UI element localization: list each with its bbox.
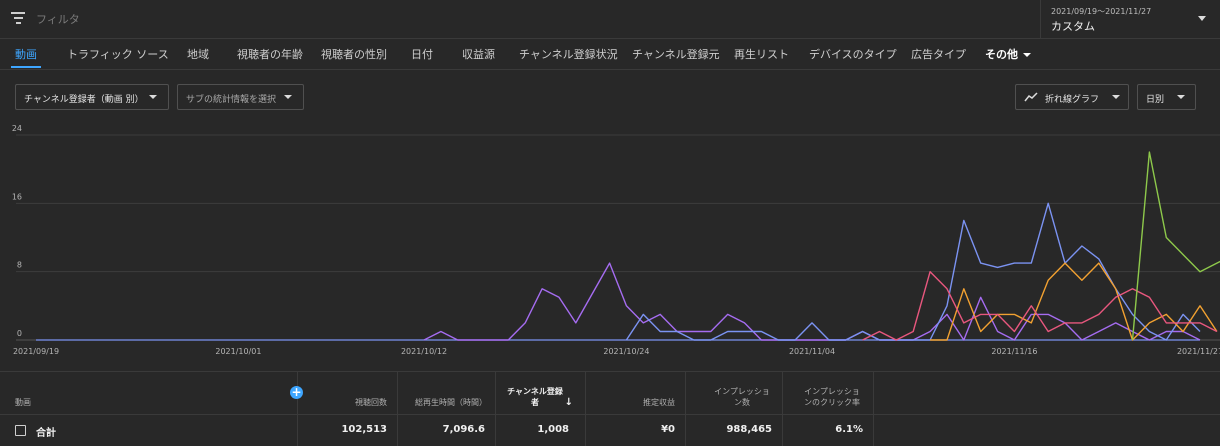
granularity-dropdown[interactable]: 日別 — [1137, 84, 1196, 110]
total-views: 102,513 — [298, 415, 398, 446]
tab-subscription-status[interactable]: チャンネル登録状況 — [519, 46, 618, 62]
x-tick-label: 2021/09/19 — [13, 347, 59, 356]
y-tick-label: 24 — [12, 124, 22, 133]
video-stats-table: 動画 + 視聴回数 総再生時間（時間） チャンネル登録者 ↓ 推定収益 インプレ… — [0, 371, 1220, 445]
total-revenue: ¥0 — [586, 415, 686, 446]
tab-playlist[interactable]: 再生リスト — [734, 46, 789, 62]
total-revenue-value: ¥0 — [661, 424, 675, 435]
column-header-revenue[interactable]: 推定収益 — [586, 372, 686, 414]
date-range-selector[interactable]: 2021/09/19～2021/11/27 カスタム — [1040, 0, 1220, 38]
total-watch-time: 7,096.6 — [398, 415, 496, 446]
x-tick-label: 2021/10/12 — [401, 347, 447, 356]
total-subscribers: 1,008 — [496, 415, 586, 446]
column-header-watch-time-label: 総再生時間（時間） — [415, 397, 485, 408]
total-checkbox[interactable] — [15, 425, 26, 436]
tab-viewer-gender[interactable]: 視聴者の性別 — [321, 46, 387, 62]
subscribers-line-chart: 0 8 16 24 2021/09/19 2021/10/01 2021/10/12 2021… — [0, 120, 1220, 365]
tab-video[interactable]: 動画 — [15, 46, 37, 62]
x-tick-label: 2021/11/04 — [789, 347, 835, 356]
column-header-video-label: 動画 — [15, 397, 31, 408]
y-tick-label: 8 — [17, 261, 22, 270]
active-tab-indicator — [11, 66, 41, 68]
tab-revenue-source[interactable]: 収益源 — [462, 46, 495, 62]
column-header-ctr-label: インプレッションのクリック率 — [801, 386, 863, 408]
filter-input[interactable]: フィルタ — [36, 11, 80, 27]
tab-subscription-source[interactable]: チャンネル登録元 — [632, 46, 720, 62]
total-ctr: 6.1% — [783, 415, 874, 446]
secondary-metric-dropdown[interactable]: サブの統計情報を選択 — [177, 84, 304, 110]
line-chart-icon — [1024, 92, 1038, 102]
column-header-impressions-label: インプレッション数 — [712, 386, 772, 408]
column-header-subscribers[interactable]: チャンネル登録者 ↓ — [496, 372, 586, 414]
column-header-ctr[interactable]: インプレッションのクリック率 — [783, 372, 874, 414]
date-range-label: カスタム — [1051, 18, 1095, 34]
tab-viewer-age[interactable]: 視聴者の年齢 — [237, 46, 303, 62]
date-range-text: 2021/09/19～2021/11/27 — [1051, 6, 1151, 17]
tab-geography[interactable]: 地域 — [187, 46, 209, 62]
table-row-total: 合計 102,513 7,096.6 1,008 ¥0 988,465 6.1% — [0, 414, 1220, 446]
series-line-4 — [863, 272, 1217, 340]
secondary-metric-label: サブの統計情報を選択 — [186, 92, 276, 105]
report-tabs: 動画 トラフィック ソース 地域 視聴者の年齢 視聴者の性別 日付 収益源 チャ… — [0, 39, 1220, 70]
granularity-label: 日別 — [1146, 92, 1164, 105]
x-tick-label: 2021/10/24 — [603, 347, 649, 356]
y-tick-label: 16 — [12, 192, 22, 201]
tab-device-type[interactable]: デバイスのタイプ — [809, 46, 897, 62]
filter-bar: フィルタ 2021/09/19～2021/11/27 カスタム — [0, 0, 1220, 39]
y-tick-label: 0 — [17, 329, 22, 338]
total-subscribers-value: 1,008 — [537, 424, 569, 435]
column-header-views-label: 視聴回数 — [355, 397, 387, 408]
total-impressions: 988,465 — [686, 415, 783, 446]
arrow-down-icon: ↓ — [565, 397, 573, 408]
tab-date[interactable]: 日付 — [411, 46, 433, 62]
metric-dropdown-label: チャンネル登録者（動画 別） — [24, 92, 144, 105]
total-views-value: 102,513 — [341, 424, 387, 435]
x-tick-label: 2021/11/27 — [1177, 347, 1220, 356]
chevron-down-icon — [149, 95, 157, 99]
filter-icon[interactable] — [11, 12, 25, 24]
column-header-views[interactable]: 視聴回数 — [298, 372, 398, 414]
tab-traffic-source[interactable]: トラフィック ソース — [67, 46, 169, 62]
chevron-down-icon — [1177, 95, 1185, 99]
tab-more-label: その他 — [985, 48, 1018, 61]
series-line-1 — [424, 263, 1200, 340]
column-header-watch-time[interactable]: 総再生時間（時間） — [398, 372, 496, 414]
series-line-5 — [1133, 152, 1220, 340]
column-header-subscribers-label: チャンネル登録者 — [507, 386, 563, 408]
chevron-down-icon — [284, 95, 292, 99]
tab-more[interactable]: その他 — [985, 46, 1031, 62]
chevron-down-icon — [1112, 95, 1120, 99]
total-watch-time-value: 7,096.6 — [443, 424, 485, 435]
total-cell: 合計 — [0, 415, 298, 446]
chevron-down-icon — [1198, 16, 1206, 21]
chevron-down-icon — [1023, 53, 1031, 57]
x-tick-label: 2021/11/16 — [991, 347, 1037, 356]
column-header-video[interactable]: 動画 — [0, 372, 298, 414]
column-header-revenue-label: 推定収益 — [643, 397, 675, 408]
column-header-impressions[interactable]: インプレッション数 — [686, 372, 783, 414]
total-impressions-value: 988,465 — [726, 424, 772, 435]
chart-type-dropdown[interactable]: 折れ線グラフ — [1015, 84, 1129, 110]
metric-dropdown[interactable]: チャンネル登録者（動画 別） — [15, 84, 169, 110]
tab-ad-type[interactable]: 広告タイプ — [911, 46, 966, 62]
chart-type-label: 折れ線グラフ — [1045, 92, 1099, 105]
total-label: 合計 — [36, 424, 56, 439]
total-ctr-value: 6.1% — [835, 424, 863, 435]
x-tick-label: 2021/10/01 — [215, 347, 261, 356]
